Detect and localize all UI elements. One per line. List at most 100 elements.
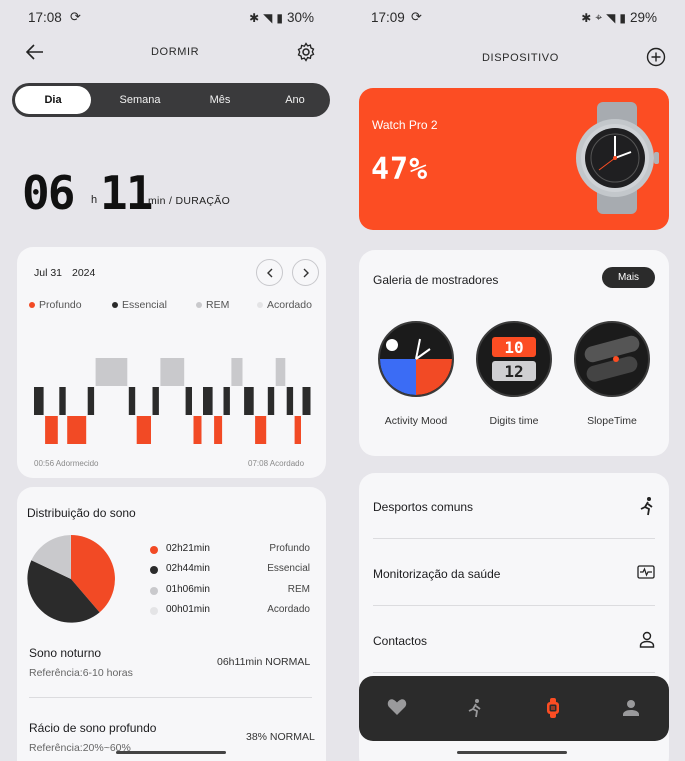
device-battery: 47%	[371, 152, 429, 187]
watchface-label: Digits time	[489, 415, 539, 427]
battery-percent: 30%	[286, 10, 314, 25]
duration-suffix: min / DURAÇÃO	[148, 195, 231, 207]
stage-segment-essencial	[152, 387, 159, 415]
night-sleep-value: 06h11min NORMAL	[217, 656, 311, 668]
stage-segment-profundo	[193, 416, 202, 444]
tab-day[interactable]: Dia	[15, 86, 91, 114]
legend-core: Essencial	[112, 299, 167, 311]
divider	[29, 697, 312, 698]
activity-mood-face-image	[380, 338, 452, 395]
profile-person-icon[interactable]	[623, 699, 639, 721]
digits-time-face-image: 10 12	[492, 337, 536, 381]
chart-end-label: 07:08 Acordado	[248, 459, 305, 468]
hours-unit: h	[91, 194, 98, 206]
stage-segment-essencial	[302, 387, 311, 415]
stage-segment-profundo	[136, 416, 151, 444]
deep-ratio-title: Rácio de sono profundo	[29, 721, 157, 735]
legend-rem: REM	[196, 299, 229, 311]
wifi-icon: ◥	[263, 10, 273, 25]
stage-segment-essencial	[244, 387, 254, 415]
stage-segment-essencial	[87, 387, 95, 415]
tab-week[interactable]: Semana	[100, 83, 180, 117]
watchface-label: Activity Mood	[384, 415, 448, 427]
workout-running-icon[interactable]	[467, 698, 483, 723]
stage-segment-profundo	[214, 416, 223, 444]
legend-awake: Acordado	[257, 299, 312, 311]
deep-ratio-value: 38% NORMAL	[246, 731, 315, 743]
menu-item-label: Contactos	[373, 634, 428, 648]
watchface-slope-time[interactable]	[574, 321, 650, 397]
stage-segment-essencial	[34, 387, 44, 415]
contact-person-icon	[639, 631, 655, 653]
stage-segment-profundo	[255, 416, 267, 444]
rem-dot	[150, 587, 158, 595]
chart-date-day: Jul 31	[34, 267, 63, 279]
device-screen: 17:09 ⟳ ✱ ⌖ ◥ ▮ 29% DISPOSITIVO Watch Pr…	[343, 0, 685, 761]
stage-segment-essencial	[185, 387, 192, 415]
distribution-row-deep: 02h21min Profundo	[150, 543, 310, 557]
more-button[interactable]: Mais	[602, 267, 655, 288]
svg-text:10: 10	[504, 338, 523, 357]
status-time: 17:09	[371, 10, 405, 25]
slope-time-face-image	[584, 335, 640, 382]
menu-item-label: Desportos comuns	[373, 500, 474, 514]
sleep-stages-chart	[34, 358, 311, 444]
stage-segment-rem	[231, 358, 243, 386]
watch-device-icon[interactable]	[545, 698, 561, 723]
sleep-screen: 17:08 ⟳ ✱ ◥ ▮ 30% DORMIR Dia Semana Mês …	[0, 0, 342, 761]
bluetooth-icon: ✱	[581, 10, 592, 25]
core-dot	[150, 566, 158, 574]
sync-icon: ⟳	[411, 9, 422, 24]
battery-icon: ▮	[276, 10, 283, 25]
stage-segment-rem	[160, 358, 185, 386]
health-monitor-icon	[637, 565, 655, 586]
settings-gear-icon[interactable]	[293, 39, 319, 65]
chart-date-year: 2024	[72, 267, 96, 279]
home-indicator[interactable]	[457, 751, 567, 754]
stage-segment-rem	[95, 358, 128, 386]
legend-deep: Profundo	[29, 299, 82, 311]
divider	[373, 672, 655, 673]
stage-segment-essencial	[223, 387, 230, 415]
distribution-row-rem: 01h06min REM	[150, 584, 310, 598]
legend-core-dot	[112, 302, 118, 308]
prev-day-chevron-icon[interactable]	[256, 259, 283, 286]
home-indicator[interactable]	[116, 751, 226, 754]
stage-segment-rem	[275, 358, 286, 386]
watch-image	[576, 102, 659, 214]
chart-start-label: 00:56 Adormecido	[34, 459, 99, 468]
stage-segment-essencial	[59, 387, 66, 415]
watchface-activity-mood[interactable]	[378, 321, 454, 397]
back-arrow-icon[interactable]	[22, 39, 48, 65]
stage-segment-profundo	[67, 416, 87, 444]
menu-item-label: Monitorização da saúde	[373, 567, 501, 581]
add-device-plus-icon[interactable]	[643, 44, 669, 70]
bottom-navigation	[359, 676, 669, 741]
running-person-icon	[639, 496, 655, 521]
distribution-pie-chart	[27, 535, 115, 623]
sync-icon: ⟳	[70, 9, 81, 24]
gallery-title: Galeria de mostradores	[373, 273, 499, 287]
battery-percent: 29%	[629, 10, 657, 25]
stage-segment-profundo	[45, 416, 58, 444]
heart-icon[interactable]	[387, 698, 407, 721]
status-time: 17:08	[28, 10, 62, 25]
status-bar: 17:08 ⟳ ✱ ◥ ▮ 30%	[0, 9, 342, 27]
stage-segment-essencial	[267, 387, 275, 415]
page-title: DORMIR	[151, 46, 200, 58]
stage-segment-essencial	[128, 387, 136, 415]
watchface-digits-time[interactable]: 10 12	[476, 321, 552, 397]
tab-month[interactable]: Mês	[180, 83, 260, 117]
divider	[373, 605, 655, 606]
legend-deep-dot	[29, 302, 35, 308]
page-title: DISPOSITIVO	[482, 52, 559, 64]
stage-segment-essencial	[203, 387, 213, 415]
next-day-chevron-icon[interactable]	[292, 259, 319, 286]
stage-segment-profundo	[294, 416, 301, 444]
distribution-card	[17, 487, 326, 761]
divider	[373, 538, 655, 539]
svg-text:12: 12	[504, 362, 523, 381]
tab-year[interactable]: Ano	[260, 83, 330, 117]
legend-rem-dot	[196, 302, 202, 308]
awake-dot	[150, 607, 158, 615]
